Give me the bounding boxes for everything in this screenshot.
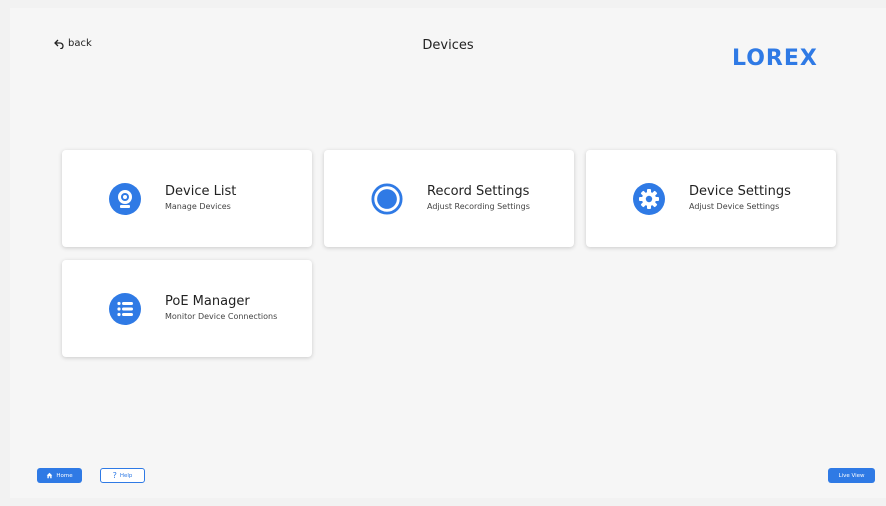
card-title: PoE Manager — [165, 294, 250, 309]
card-title: Device Settings — [689, 184, 791, 199]
lorex-logo: LOREX — [732, 46, 818, 71]
device-settings-card[interactable]: Device Settings Adjust Device Settings — [586, 150, 836, 247]
live-view-button[interactable]: Live View — [828, 468, 875, 483]
card-subtitle: Manage Devices — [165, 202, 231, 211]
gear-icon — [633, 182, 665, 215]
device-list-card[interactable]: Device List Manage Devices — [62, 150, 312, 247]
poe-manager-card[interactable]: PoE Manager Monitor Device Connections — [62, 260, 312, 357]
home-label: Home — [56, 472, 73, 479]
help-button[interactable]: ? Help — [100, 468, 145, 483]
devices-screen: back Devices LOREX Device List Manage De… — [10, 8, 886, 498]
card-title: Device List — [165, 184, 237, 199]
card-subtitle: Monitor Device Connections — [165, 312, 278, 321]
question-icon: ? — [112, 471, 117, 480]
help-label: Help — [119, 472, 133, 479]
camera-icon — [109, 182, 141, 215]
record-icon — [371, 182, 403, 215]
record-settings-card[interactable]: Record Settings Adjust Recording Setting… — [324, 150, 574, 247]
card-subtitle: Adjust Recording Settings — [427, 202, 530, 211]
card-subtitle: Adjust Device Settings — [689, 202, 780, 211]
home-button[interactable]: Home — [37, 468, 82, 483]
home-icon — [47, 472, 53, 479]
list-icon — [109, 292, 141, 325]
card-title: Record Settings — [427, 184, 530, 199]
